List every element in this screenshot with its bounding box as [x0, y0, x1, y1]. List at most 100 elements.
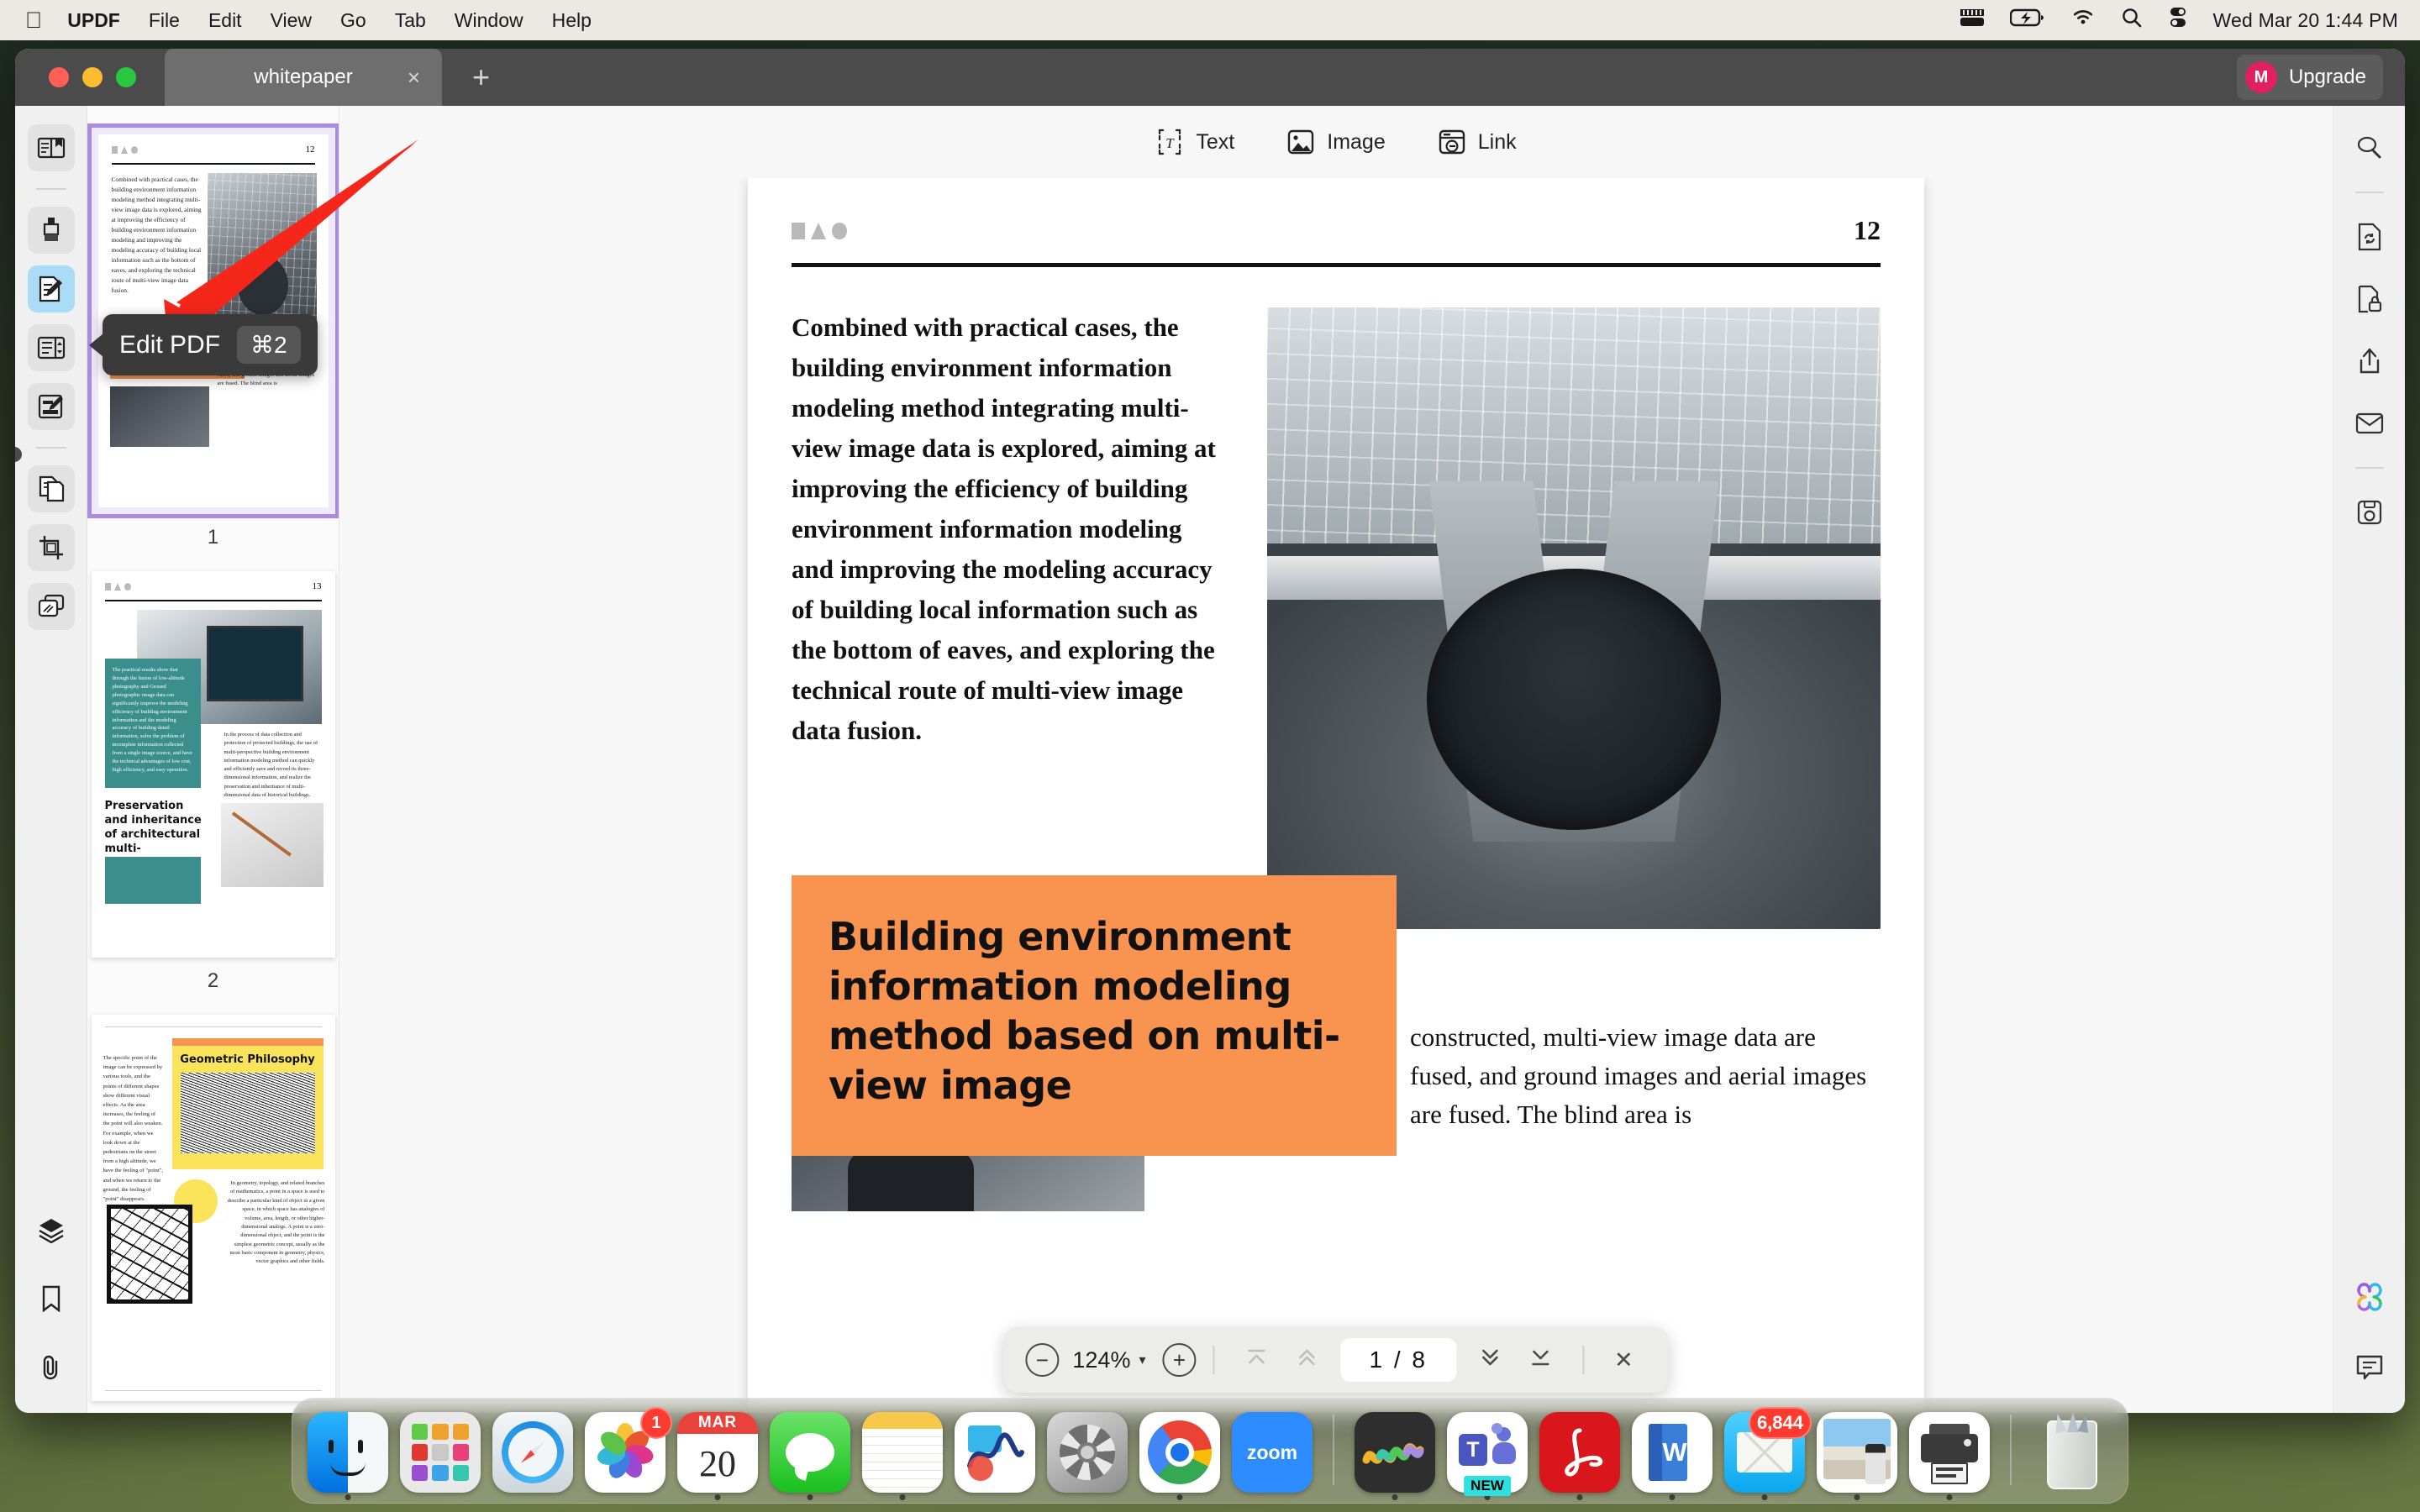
menu-bar-clock[interactable]: Wed Mar 20 1:44 PM — [2213, 9, 2399, 32]
dock-app-microsoft-word[interactable]: W — [1632, 1412, 1712, 1500]
search-button[interactable] — [2346, 124, 2393, 171]
chevron-down-icon[interactable]: ▾ — [1139, 1352, 1145, 1368]
traffic-lights — [15, 67, 136, 87]
edit-tools-toolbar: T Text Image Link — [339, 106, 2333, 178]
minimize-window-button[interactable] — [82, 67, 103, 87]
dock-app-mail[interactable]: 6,844 — [1724, 1407, 1812, 1500]
tab-strip: whitepaper × + — [165, 49, 490, 106]
page-indicator[interactable]: 1 / 8 — [1340, 1338, 1456, 1382]
battery-charging-icon[interactable] — [2009, 8, 2045, 33]
tool-link[interactable]: Link — [1438, 128, 1517, 156]
close-icon[interactable]: × — [408, 66, 420, 88]
zoom-out-button[interactable]: − — [1025, 1343, 1060, 1377]
tool-image[interactable]: Image — [1286, 128, 1386, 156]
email-button[interactable] — [2346, 400, 2393, 447]
control-center-icon[interactable] — [2168, 7, 2188, 34]
comment-button[interactable] — [2346, 1344, 2393, 1391]
wifi-icon[interactable] — [2070, 8, 2096, 33]
current-page-value[interactable]: 1 — [1369, 1347, 1385, 1373]
page-photo-atrium[interactable] — [1267, 307, 1881, 929]
mini-page-number: 12 — [305, 144, 315, 155]
menu-item-tab[interactable]: Tab — [395, 9, 426, 32]
page-shape-marks — [792, 222, 847, 239]
mini-page-number-2: 13 — [312, 581, 322, 591]
dock-app-zoom[interactable]: zoom — [1232, 1412, 1313, 1493]
sidebar-item-fill-and-sign[interactable] — [27, 383, 75, 430]
upgrade-button[interactable]: M Upgrade — [2236, 55, 2383, 100]
dock-app-arc-browser[interactable] — [1355, 1412, 1435, 1500]
menu-item-view[interactable]: View — [271, 9, 312, 32]
dock-app-notes[interactable] — [862, 1412, 943, 1500]
next-page-button[interactable] — [1465, 1347, 1515, 1374]
dock-app-photos[interactable]: 1 — [585, 1407, 672, 1493]
menu-item-window[interactable]: Window — [455, 9, 523, 32]
save-button[interactable] — [2346, 489, 2393, 536]
zoom-level-label[interactable]: 124% — [1072, 1347, 1130, 1373]
new-tab-button[interactable]: + — [472, 62, 490, 106]
zoom-in-button[interactable]: + — [1162, 1343, 1197, 1377]
mini-photo — [207, 173, 317, 338]
page-thumbnail-pane[interactable]: 12 Combined with practical cases, the bu… — [87, 106, 339, 1413]
convert-ocr-button[interactable] — [2346, 213, 2393, 260]
page-body-text[interactable]: Combined with practical cases, the build… — [792, 307, 1228, 929]
keyboard-icon[interactable] — [1960, 8, 1985, 33]
first-page-button[interactable] — [1231, 1347, 1281, 1374]
printed-page-number: 12 — [1854, 215, 1881, 245]
mini-header-2: 13 — [104, 581, 322, 601]
page-hero-block[interactable]: Building environment information modelin… — [792, 875, 1397, 1156]
maximize-window-button[interactable] — [116, 67, 136, 87]
dock-app-printer-utility[interactable] — [1909, 1412, 1990, 1500]
batch-process-icon — [38, 594, 64, 617]
panel-collapse-handle[interactable] — [15, 447, 22, 462]
tab-whitepaper[interactable]: whitepaper × — [165, 49, 442, 106]
menu-item-file[interactable]: File — [149, 9, 180, 32]
dock-app-messages[interactable] — [770, 1412, 850, 1500]
dock-app-safari[interactable] — [492, 1412, 573, 1493]
tool-text[interactable]: T Text — [1155, 128, 1234, 156]
sidebar-item-layers[interactable] — [28, 1206, 75, 1253]
dock-app-calendar[interactable]: MAR 20 — [677, 1412, 758, 1500]
sidebar-item-batch[interactable] — [27, 583, 75, 630]
sidebar-item-annotate[interactable] — [27, 207, 75, 254]
sidebar-item-crop[interactable] — [27, 524, 75, 571]
sidebar-item-convert[interactable] — [27, 465, 75, 512]
dock-app-launchpad[interactable] — [400, 1412, 481, 1493]
photos-badge: 1 — [640, 1407, 672, 1439]
annotate-highlighter-icon — [43, 218, 59, 241]
convert-pdf-icon — [39, 475, 64, 502]
dock-app-freeform[interactable] — [955, 1412, 1035, 1493]
menu-item-updf[interactable]: UPDF — [67, 9, 120, 32]
ai-assistant-icon — [2356, 1283, 2382, 1311]
svg-text:T: T — [1166, 135, 1176, 151]
menu-item-edit[interactable]: Edit — [208, 9, 242, 32]
dock-app-google-chrome[interactable] — [1139, 1412, 1220, 1500]
sidebar-item-bookmark[interactable] — [28, 1275, 75, 1322]
thumbnail-page-2[interactable]: 13 The practical results show that throu… — [91, 571, 335, 958]
page-lower-text[interactable]: constructed, multi-view image data are f… — [1410, 1018, 1881, 1134]
sidebar-item-reader[interactable] — [27, 124, 75, 171]
close-toolbar-button[interactable]: ✕ — [1601, 1347, 1647, 1373]
menu-item-go[interactable]: Go — [340, 9, 366, 32]
dock-app-preview[interactable] — [1817, 1412, 1897, 1500]
pdf-page[interactable]: 12 Combined with practical cases, the bu… — [748, 178, 1924, 1413]
dock-app-finder[interactable] — [308, 1412, 388, 1500]
sidebar-item-attachment[interactable] — [28, 1344, 75, 1391]
protect-document-button[interactable] — [2346, 276, 2393, 323]
dock-app-system-settings[interactable] — [1047, 1412, 1128, 1493]
ai-assistant-button[interactable] — [2346, 1273, 2393, 1320]
dock-app-microsoft-teams[interactable]: T NEW — [1447, 1412, 1528, 1500]
share-button[interactable] — [2346, 338, 2393, 385]
apple-menu-icon[interactable]:  — [25, 8, 42, 32]
sidebar-item-organize-pages[interactable] — [27, 324, 75, 371]
sidebar-item-edit-pdf[interactable] — [27, 265, 75, 312]
layers-icon — [38, 1219, 64, 1243]
previous-page-button[interactable] — [1281, 1347, 1332, 1374]
thumbnail-page-3[interactable]: The specific point of the image can be e… — [91, 1015, 335, 1401]
page-scroll-area[interactable]: 12 Combined with practical cases, the bu… — [339, 178, 2333, 1413]
close-window-button[interactable] — [49, 67, 69, 87]
dock-app-trash[interactable] — [2032, 1412, 2112, 1493]
menu-item-help[interactable]: Help — [552, 9, 592, 32]
dock-app-adobe-acrobat[interactable] — [1539, 1412, 1620, 1500]
last-page-button[interactable] — [1515, 1347, 1565, 1374]
spotlight-search-icon[interactable] — [2121, 7, 2143, 34]
